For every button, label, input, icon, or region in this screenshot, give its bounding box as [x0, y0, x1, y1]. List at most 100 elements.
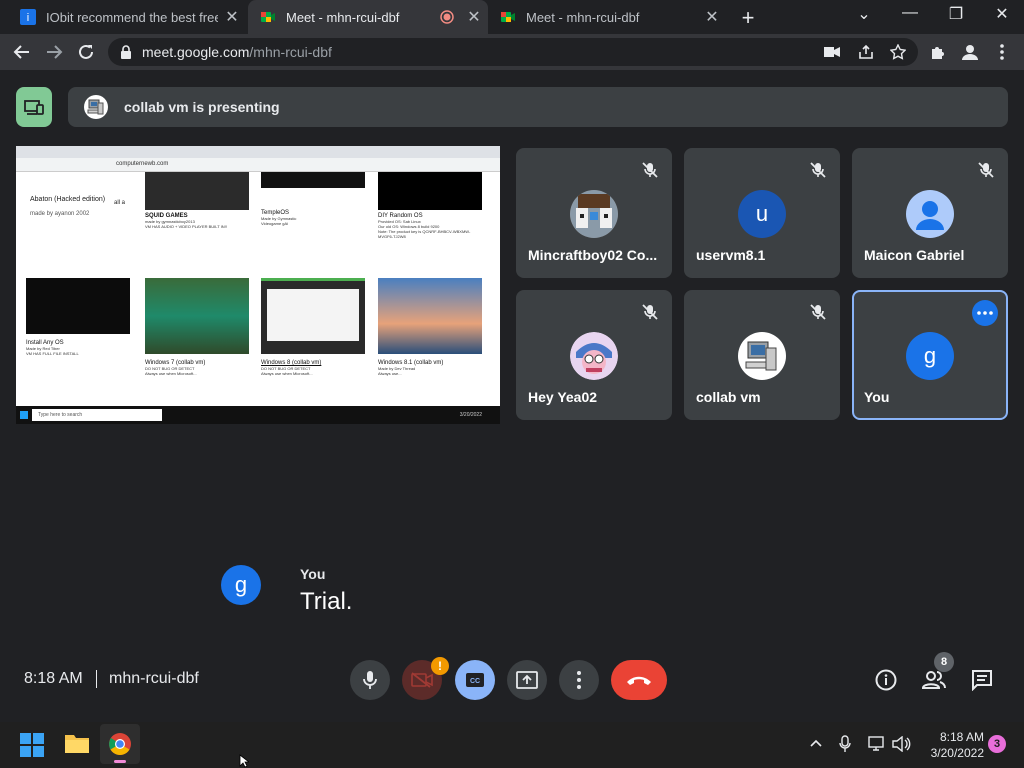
close-tab-icon[interactable]: ✕	[698, 7, 726, 27]
meet-icon	[501, 12, 515, 22]
card-sub: Made by Red Tiber VM HAS FULL FILE INSTA…	[26, 346, 79, 356]
microphone-button[interactable]	[350, 660, 390, 700]
kebab-menu-icon	[577, 671, 581, 689]
presenting-banner: collab vm is presenting	[68, 87, 1008, 127]
share-icon[interactable]	[858, 44, 874, 60]
card-sub: Made by Dev Thread Always use...	[378, 366, 416, 376]
card-sub: made by gymnasticboy2013 VM HAS AUDIO + …	[145, 219, 227, 229]
star-icon[interactable]	[890, 44, 906, 60]
taskbar-clock[interactable]: 8:18 AM 3/20/2022	[920, 729, 984, 761]
volume-button[interactable]	[892, 735, 912, 754]
tab-search-icon[interactable]: ⌄	[850, 4, 878, 28]
caption-speaker: You	[300, 566, 326, 582]
url-host: meet.google.com	[142, 44, 250, 60]
card-thumbnail	[145, 172, 249, 210]
minimize-button[interactable]: —	[896, 4, 924, 28]
card-templeos: TempleOS Made by Gymnastic Videogame gAi	[261, 172, 365, 258]
kebab-menu-icon	[1000, 44, 1004, 60]
network-icon	[868, 736, 884, 751]
card-thumbnail	[26, 278, 130, 334]
browser-tab-meet[interactable]: Meet - mhn-rcui-dbf ✕	[488, 0, 726, 34]
notification-badge[interactable]: 3	[988, 735, 1006, 753]
back-button[interactable]	[10, 40, 34, 64]
tab-title: Meet - mhn-rcui-dbf	[526, 9, 640, 25]
active-indicator	[114, 760, 126, 763]
arrow-right-icon	[47, 45, 63, 59]
svg-text:i: i	[27, 12, 29, 24]
participant-tile[interactable]: Hey Yea02	[516, 290, 672, 420]
computer-icon	[745, 341, 777, 371]
taskbar-date: 3/20/2022	[930, 746, 984, 760]
presenting-text: collab vm is presenting	[124, 99, 280, 115]
shared-url: computernewb.com	[116, 161, 169, 167]
person-icon	[962, 45, 978, 60]
windows-start-icon	[20, 733, 44, 757]
card-thumbnail	[261, 172, 365, 188]
speaker-icon	[892, 735, 911, 753]
participant-tile[interactable]: Maicon Gabriel	[852, 148, 1008, 278]
card-thumbnail	[378, 172, 482, 210]
mic-off-icon	[978, 162, 994, 178]
presentation-layout-button[interactable]	[16, 87, 52, 127]
camera-off-icon	[411, 672, 433, 688]
browser-tab-strip: i IObit recommend the best free, fr ✕ Me…	[0, 0, 1024, 34]
extensions-button[interactable]	[926, 40, 950, 64]
profile-button[interactable]	[958, 40, 982, 64]
puzzle-icon	[932, 47, 944, 59]
participant-tile[interactable]: collab vm	[684, 290, 840, 420]
participant-tile[interactable]: u uservm8.1	[684, 148, 840, 278]
mouse-cursor-icon	[239, 754, 249, 768]
leave-call-button[interactable]	[611, 660, 667, 700]
mic-off-icon	[642, 162, 658, 178]
card-sub: DO NOT BUG OR DETECT Always use when Mic…	[261, 366, 313, 376]
chat-button[interactable]	[962, 660, 1002, 700]
reload-button[interactable]	[74, 40, 98, 64]
participant-name: collab vm	[696, 389, 761, 405]
close-window-button[interactable]: ✕	[988, 4, 1016, 28]
browser-menu-button[interactable]	[990, 40, 1014, 64]
svg-text:CC: CC	[470, 678, 480, 685]
camera-in-use-icon[interactable]	[824, 46, 840, 58]
info-icon	[875, 669, 897, 691]
network-button[interactable]	[868, 736, 886, 754]
close-tab-icon[interactable]: ✕	[460, 7, 488, 27]
browser-tab-iobit[interactable]: i IObit recommend the best free, fr ✕	[8, 0, 246, 34]
card-windows-8: Windows 8 (collab vm) DO NOT BUG OR DETE…	[261, 278, 365, 398]
participant-tile-self[interactable]: g You	[852, 290, 1008, 420]
file-explorer-button[interactable]	[64, 732, 90, 756]
more-options-button[interactable]	[559, 660, 599, 700]
lock-icon	[121, 45, 131, 59]
new-tab-button[interactable]: +	[734, 5, 762, 30]
mic-icon	[363, 671, 377, 689]
show-hidden-icons-button[interactable]	[808, 736, 826, 754]
meet-icon	[261, 12, 275, 22]
mic-off-icon	[810, 304, 826, 320]
card-windows-7: Windows 7 (collab vm) DO NOT BUG OR DETE…	[145, 278, 249, 398]
card-sub: Provided OS: Sab Linux Our old OS: Windo…	[378, 219, 471, 239]
close-tab-icon[interactable]: ✕	[218, 7, 246, 27]
shared-left-sub: made by ayanon 2002	[30, 211, 90, 217]
meeting-details-button[interactable]	[866, 660, 906, 700]
card-sub: Made by Gymnastic Videogame gAi	[261, 216, 297, 226]
start-button[interactable]	[20, 733, 44, 757]
restore-button[interactable]: ❐	[942, 4, 970, 28]
shared-search-box: Type here to search	[32, 409, 162, 421]
caption-avatar: g	[221, 565, 261, 605]
card-diy-random-os: DIY Random OS Provided OS: Sab Linux Our…	[378, 172, 482, 262]
captions-button[interactable]: CC	[455, 660, 495, 700]
presenter-avatar	[84, 95, 108, 119]
people-icon	[922, 671, 946, 689]
participant-name: You	[864, 389, 890, 405]
participant-tile[interactable]: Mincraftboy02 Co...	[516, 148, 672, 278]
browser-tab-meet-active[interactable]: Meet - mhn-rcui-dbf ✕	[248, 0, 488, 34]
address-bar[interactable]: meet.google.com/mhn-rcui-dbf	[108, 38, 918, 66]
avatar-default-person	[906, 190, 954, 238]
taskbar-mic-button[interactable]	[838, 735, 854, 755]
shared-screen[interactable]: computernewb.com Abaton (Hacked edition)…	[16, 146, 500, 424]
more-options-button[interactable]	[972, 300, 998, 326]
card-squid-games: SQUID GAMES made by gymnasticboy2013 VM …	[145, 172, 249, 258]
chrome-taskbar-button[interactable]	[100, 724, 140, 764]
taskbar-time: 8:18 AM	[939, 730, 984, 744]
present-now-button[interactable]	[507, 660, 547, 700]
forward-button[interactable]	[42, 40, 66, 64]
